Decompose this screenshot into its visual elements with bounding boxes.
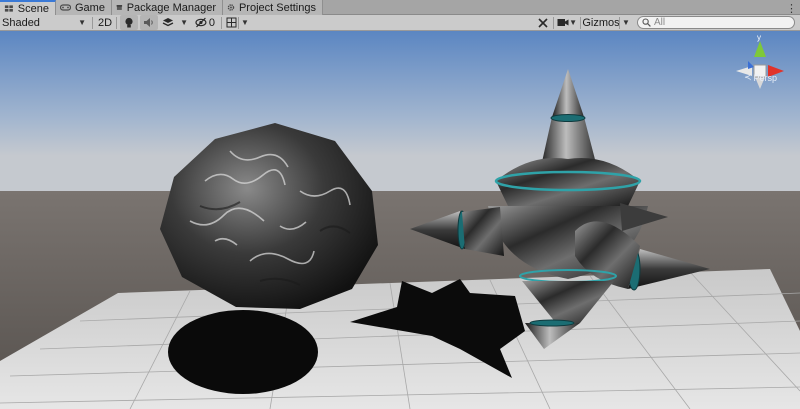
tab-project-settings[interactable]: Project Settings	[223, 0, 323, 15]
mode-2d-label: 2D	[97, 16, 113, 29]
lightbulb-icon	[125, 17, 133, 27]
projection-toggle[interactable]: ≺ Persp	[744, 72, 777, 83]
tools-icon	[538, 17, 548, 28]
toolbar-divider	[580, 17, 581, 29]
toolbar-divider	[92, 17, 93, 29]
audio-toggle[interactable]	[140, 15, 158, 30]
projection-label: Persp	[753, 72, 778, 83]
scene-tools-button[interactable]	[534, 15, 552, 30]
skybox	[0, 31, 800, 191]
shading-mode-dropdown[interactable]: Shaded ▼	[0, 15, 90, 30]
game-icon	[60, 4, 71, 11]
grid-dropdown[interactable]: ▼	[240, 15, 250, 30]
scene-search-box[interactable]	[637, 16, 795, 29]
search-input[interactable]	[654, 17, 784, 28]
chevron-down-icon: ▼	[180, 18, 188, 27]
tab-label: Project Settings	[238, 1, 316, 14]
chevron-down-icon: ▼	[569, 18, 577, 27]
shading-mode-label: Shaded	[2, 16, 40, 29]
toolbar-divider	[221, 17, 222, 29]
camera-icon	[557, 19, 569, 26]
scene-toolbar: Shaded ▼ 2D ▼ 0 ▼ ▼ Gizmos ▼ All	[0, 15, 800, 31]
toolbar-divider	[619, 17, 620, 29]
speaker-icon	[144, 18, 153, 27]
tab-package-manager[interactable]: Package Manager	[112, 0, 223, 15]
editor-tab-bar: Scene Game Package Manager Project Setti…	[0, 0, 800, 15]
toolbar-divider	[238, 17, 239, 29]
tab-menu-icon[interactable]: ⋮	[786, 2, 797, 15]
scene-viewport[interactable]: y	[0, 31, 800, 409]
search-icon	[642, 18, 651, 27]
chevron-down-icon: ▼	[241, 18, 249, 27]
chevron-down-icon: ▼	[78, 18, 86, 27]
axis-y-label: y	[757, 33, 761, 42]
grid-button[interactable]	[224, 15, 238, 30]
lighting-toggle[interactable]	[120, 15, 138, 30]
perspective-icon: ≺	[744, 72, 752, 82]
effects-dropdown[interactable]: ▼	[160, 15, 190, 30]
sphere-shadow	[168, 310, 318, 394]
camera-dropdown[interactable]: ▼	[556, 15, 578, 30]
gear-icon	[227, 4, 235, 11]
hidden-eye-icon	[195, 17, 207, 28]
mode-2d-toggle[interactable]: 2D	[96, 15, 114, 30]
gizmos-label: Gizmos	[582, 16, 620, 29]
hidden-objects-toggle[interactable]: 0	[194, 15, 216, 30]
tab-scene[interactable]: Scene	[0, 0, 56, 15]
package-icon	[116, 5, 123, 10]
grid-icon	[226, 17, 236, 28]
scene-icon	[4, 5, 13, 12]
chevron-down-icon: ▼	[622, 18, 630, 27]
toolbar-divider	[116, 17, 117, 29]
toolbar-divider	[553, 17, 554, 29]
layers-icon	[162, 18, 174, 27]
tab-label: Scene	[17, 2, 49, 15]
hidden-count: 0	[208, 16, 215, 29]
tab-game[interactable]: Game	[56, 0, 112, 15]
gizmos-dropdown[interactable]: ▼	[621, 15, 631, 30]
tab-label: Package Manager	[126, 1, 216, 14]
tab-label: Game	[75, 1, 105, 14]
gizmos-button[interactable]: Gizmos	[582, 15, 620, 30]
